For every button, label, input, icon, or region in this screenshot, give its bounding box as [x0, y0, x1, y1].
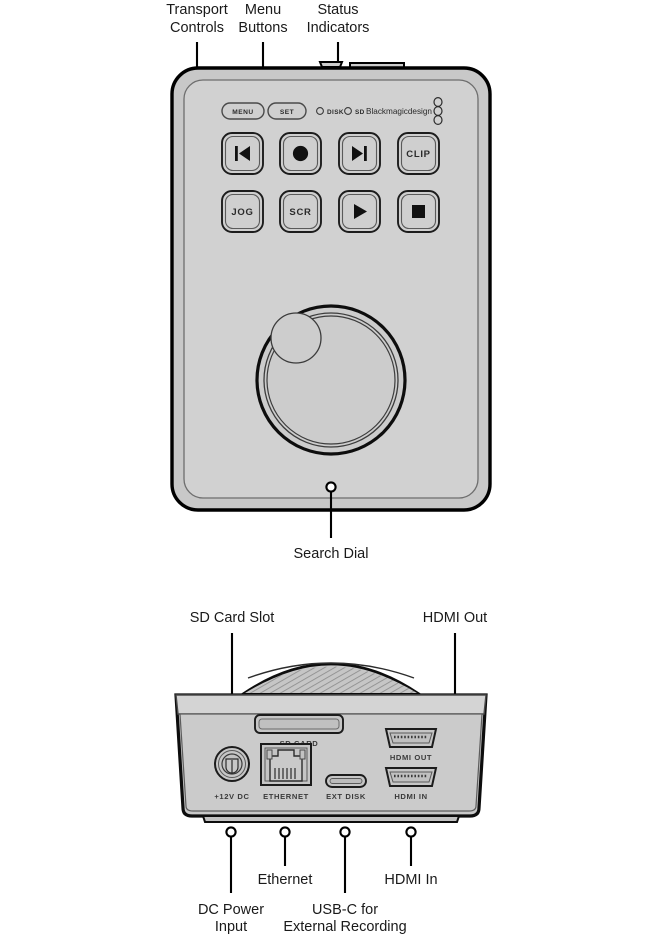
set-button[interactable]: SET [267, 102, 307, 120]
device-top-notch [318, 61, 344, 68]
rear-callout-hdmi-in: HDMI In [384, 826, 438, 888]
logo-circle-icon-2 [433, 105, 443, 116]
sd-card-slot-inner [258, 718, 340, 730]
top-callout-status-indicators: Status Indicators [307, 2, 370, 36]
disk-indicator: DISK [316, 107, 344, 116]
rear-dial-hatch [245, 666, 417, 693]
callout-sd-card-slot-label: SD Card Slot [190, 610, 275, 626]
callout-hdmi-in-label: HDMI In [384, 872, 437, 888]
menu-button[interactable]: MENU [221, 102, 265, 120]
callout-usb-c-line2: External Recording [283, 919, 406, 934]
finger-divot[interactable] [270, 312, 322, 364]
dc-power-port-label: +12V DC [214, 792, 249, 801]
rj45-led-right-icon [299, 749, 306, 760]
dc-power-port[interactable]: +12V DC [214, 746, 250, 801]
jog-button[interactable]: JOG [221, 190, 264, 233]
set-button-label: SET [280, 109, 294, 116]
callout-dc-power-line1: DC Power [198, 902, 264, 918]
next-clip-button[interactable] [338, 132, 381, 175]
ethernet-port[interactable]: ETHERNET [260, 743, 312, 801]
jog-button-label: JOG [231, 207, 253, 218]
rj45-led-left-icon [266, 749, 273, 760]
play-button[interactable] [338, 190, 381, 233]
previous-clip-button[interactable] [221, 132, 264, 175]
callout-status-line1: Status [317, 2, 358, 18]
menu-button-label: MENU [232, 109, 253, 116]
leader-dot-hdmi-in [405, 826, 417, 838]
callout-menu-line2: Buttons [238, 20, 287, 36]
sd-indicator-led-icon [344, 107, 352, 115]
top-view-device: MENU SET DISK SD Blackmagicdesign CLIP J… [170, 61, 492, 512]
leader-dot-usb-c [339, 826, 351, 838]
device-diagram: Transport Controls Menu Buttons Status I… [166, 2, 492, 934]
hdmi-out-port[interactable]: HDMI OUT [384, 728, 438, 762]
callout-dc-power-line2: Input [215, 919, 247, 934]
callout-ethernet-label: Ethernet [258, 872, 313, 888]
callout-search-dial-label: Search Dial [294, 546, 369, 562]
rear-callout-ethernet: Ethernet [258, 826, 313, 888]
sd-indicator-label: SD [355, 109, 365, 116]
ethernet-port-label: ETHERNET [263, 792, 309, 801]
top-callout-transport-controls: Transport Controls [166, 2, 228, 36]
scr-button-label: SCR [289, 207, 311, 218]
clip-button[interactable]: CLIP [397, 132, 440, 175]
stop-square-icon [412, 205, 425, 218]
rear-chassis-top-bevel [175, 694, 487, 715]
disk-indicator-label: DISK [327, 109, 344, 116]
record-circle-icon [292, 145, 309, 162]
scr-button[interactable]: SCR [279, 190, 322, 233]
leader-dot-ethernet [279, 826, 291, 838]
rear-callout-dc-power-input: DC Power Input [198, 826, 264, 934]
rear-chassis-foot [201, 815, 461, 823]
diagram-stage: Transport Controls Menu Buttons Status I… [0, 0, 662, 934]
callout-menu-line1: Menu [245, 2, 281, 18]
callout-hdmi-out-label: HDMI Out [423, 610, 487, 626]
hdmi-out-port-label: HDMI OUT [390, 753, 432, 762]
rear-view-device: SD CARD +12V DC ET [174, 662, 488, 823]
blackmagicdesign-logo-label: Blackmagicdesign [366, 107, 432, 116]
callout-status-line2: Indicators [307, 20, 370, 36]
callout-transport-line2: Controls [170, 20, 224, 36]
leader-dot-search-dial [325, 481, 337, 493]
clip-button-label: CLIP [406, 149, 430, 160]
callout-transport-line1: Transport [166, 2, 228, 18]
record-button[interactable] [279, 132, 322, 175]
logo-circle-icon-3 [433, 114, 443, 125]
hdmi-in-port-label: HDMI IN [394, 792, 427, 801]
usb-c-inner [329, 778, 363, 784]
stop-button[interactable] [397, 190, 440, 233]
search-dial-wheel[interactable] [255, 304, 407, 456]
top-callout-menu-buttons: Menu Buttons [238, 2, 287, 36]
callout-usb-c-line1: USB-C for [312, 902, 378, 918]
disk-indicator-led-icon [316, 107, 324, 115]
ext-disk-port-label: EXT DISK [326, 792, 366, 801]
logo-circle-icon-1 [433, 96, 443, 107]
sd-indicator: SD [344, 107, 365, 116]
leader-dot-dc-power [225, 826, 237, 838]
